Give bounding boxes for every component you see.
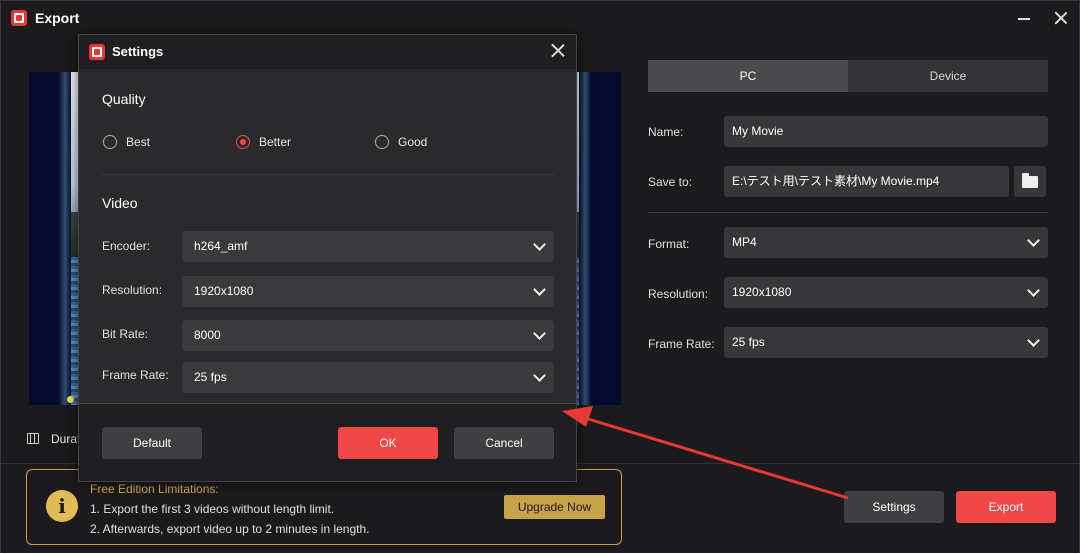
- app-logo-icon: [89, 44, 105, 60]
- frame-rate-label: Frame Rate:: [648, 337, 715, 351]
- radio-label: Best: [126, 135, 151, 149]
- tab-device[interactable]: Device: [848, 60, 1048, 92]
- browse-folder-button[interactable]: [1014, 166, 1046, 197]
- dialog-footer: Default OK Cancel: [79, 403, 576, 481]
- notice-line-1: 1. Export the first 3 videos without len…: [90, 502, 335, 516]
- frame-rate-label: Frame Rate:: [102, 368, 169, 382]
- minimize-icon[interactable]: [1015, 9, 1033, 27]
- divider: [102, 174, 554, 175]
- film-icon: [27, 433, 39, 444]
- close-icon[interactable]: [549, 42, 567, 60]
- folder-icon: [1022, 173, 1038, 188]
- chevron-down-icon: [1027, 284, 1040, 297]
- chevron-down-icon: [1027, 234, 1040, 247]
- bit-rate-value: 8000: [194, 328, 221, 342]
- divider: [648, 212, 1048, 213]
- bit-rate-select[interactable]: 8000: [182, 320, 554, 351]
- radio-icon: [103, 135, 117, 149]
- notice-line-2: 2. Afterwards, export video up to 2 minu…: [90, 522, 370, 536]
- resolution-label: Resolution:: [648, 287, 709, 301]
- bit-rate-label: Bit Rate:: [102, 327, 149, 341]
- chevron-down-icon: [533, 327, 546, 340]
- frame-rate-select[interactable]: 25 fps: [182, 362, 554, 393]
- chevron-down-icon: [1027, 334, 1040, 347]
- timeline-handle[interactable]: [67, 396, 74, 403]
- format-value: MP4: [732, 235, 757, 249]
- dialog-title: Settings: [112, 44, 164, 59]
- resolution-label: Resolution:: [102, 283, 163, 297]
- target-tabs: PC Device: [648, 60, 1048, 92]
- name-label: Name:: [648, 125, 684, 139]
- frame-rate-value: 25 fps: [732, 335, 765, 349]
- save-path-input[interactable]: E:\テスト用\テスト素材\My Movie.mp4: [724, 166, 1009, 197]
- app-logo-icon: [11, 10, 27, 26]
- save-to-label: Save to:: [648, 175, 693, 189]
- settings-dialog: Settings Quality Best Better Good Video …: [78, 34, 577, 482]
- settings-button[interactable]: Settings: [844, 491, 944, 523]
- resolution-value: 1920x1080: [194, 284, 254, 298]
- cancel-button[interactable]: Cancel: [454, 427, 554, 459]
- window-title: Export: [35, 10, 80, 26]
- default-button[interactable]: Default: [102, 427, 202, 459]
- radio-label: Good: [398, 135, 428, 149]
- notice-title: Free Edition Limitations:: [90, 482, 219, 496]
- dialog-body: Quality Best Better Good Video Encoder: …: [79, 69, 576, 403]
- resolution-select[interactable]: 1920x1080: [182, 276, 554, 307]
- tab-pc[interactable]: PC: [648, 60, 848, 92]
- chevron-down-icon: [533, 238, 546, 251]
- radio-label: Better: [259, 135, 292, 149]
- dialog-title-bar: Settings: [79, 35, 576, 69]
- resolution-select[interactable]: 1920x1080: [724, 277, 1048, 308]
- chevron-down-icon: [533, 369, 546, 382]
- encoder-label: Encoder:: [102, 239, 151, 253]
- frame-rate-value: 25 fps: [194, 370, 227, 384]
- encoder-value: h264_amf: [194, 239, 248, 253]
- encoder-select[interactable]: h264_amf: [182, 231, 554, 262]
- info-icon: i: [46, 490, 78, 522]
- chevron-down-icon: [533, 283, 546, 296]
- close-icon[interactable]: [1052, 9, 1070, 27]
- ok-button[interactable]: OK: [338, 427, 438, 459]
- frame-rate-select[interactable]: 25 fps: [724, 327, 1048, 358]
- name-input[interactable]: My Movie: [724, 116, 1048, 147]
- radio-selected-icon: [236, 135, 250, 149]
- format-label: Format:: [648, 237, 690, 251]
- title-bar: Export: [1, 1, 1079, 35]
- format-select[interactable]: MP4: [724, 227, 1048, 258]
- export-button[interactable]: Export: [956, 491, 1056, 523]
- resolution-value: 1920x1080: [732, 285, 792, 299]
- upgrade-now-button[interactable]: Upgrade Now: [504, 495, 605, 519]
- quality-heading: Quality: [102, 91, 146, 107]
- duration-label: Durat: [51, 432, 81, 446]
- video-heading: Video: [102, 195, 138, 211]
- radio-icon: [375, 135, 389, 149]
